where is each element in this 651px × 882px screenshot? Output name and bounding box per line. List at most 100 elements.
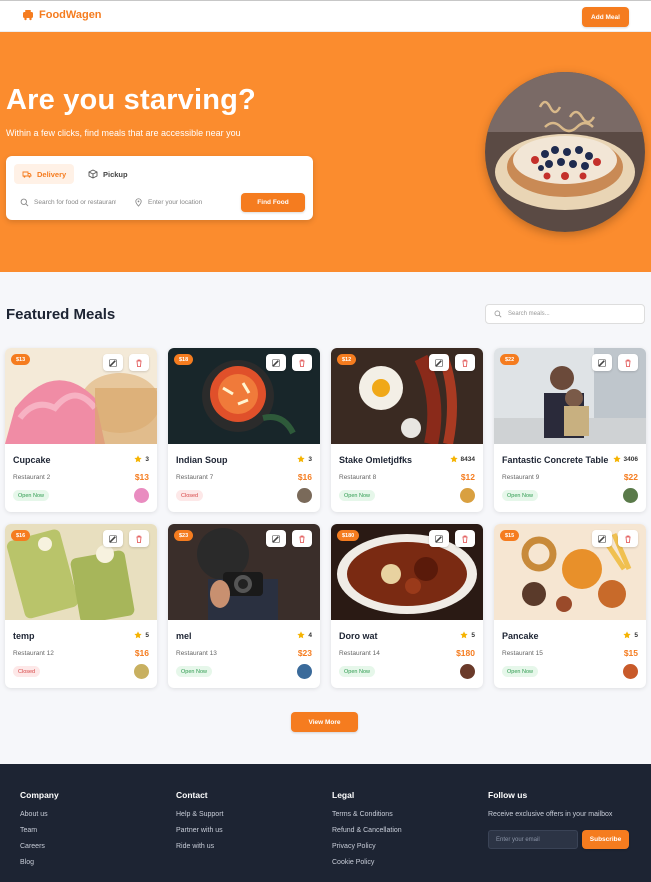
delete-meal-button[interactable] (618, 354, 638, 371)
rating-value: 3 (145, 455, 149, 463)
brand-logo[interactable]: FoodWagen (22, 9, 102, 21)
hero-subtitle: Within a few clicks, find meals that are… (6, 128, 241, 138)
meal-name: Stake Omletjdfks (339, 455, 413, 465)
rating-value: 8434 (460, 455, 475, 463)
footer-link-about[interactable]: About us (20, 811, 59, 827)
search-card: Delivery Pickup Search for food or resta… (6, 156, 313, 220)
footer-follow: Follow us Receive exclusive offers in yo… (488, 790, 638, 860)
edit-icon (598, 358, 606, 367)
view-more-button[interactable]: View More (291, 712, 358, 732)
delete-meal-button[interactable] (455, 354, 475, 371)
meal-rating: 3 (134, 455, 149, 463)
edit-icon (272, 534, 280, 543)
restaurant-avatar (134, 664, 149, 679)
footer-link-ride[interactable]: Ride with us (176, 843, 223, 859)
edit-meal-button[interactable] (266, 530, 286, 547)
delete-meal-button[interactable] (455, 530, 475, 547)
meal-search-input[interactable]: Search meals... (485, 304, 645, 324)
delete-meal-button[interactable] (292, 530, 312, 547)
footer-follow-title: Follow us (488, 790, 528, 800)
add-meal-button[interactable]: Add Meal (582, 7, 629, 27)
meal-price: $22 (623, 472, 638, 482)
site-footer: Company About us Team Careers Blog Conta… (0, 764, 651, 882)
footer-link-help[interactable]: Help & Support (176, 811, 223, 827)
hero-title: Are you starving? (6, 84, 256, 116)
meal-name: Pancake (502, 631, 539, 641)
tab-pickup[interactable]: Pickup (80, 164, 136, 184)
footer-link-careers[interactable]: Careers (20, 843, 59, 859)
meal-card[interactable]: $16 temp 5 Restaurant 12 $16 Closed (5, 524, 157, 688)
delete-meal-button[interactable] (129, 530, 149, 547)
price-badge: $18 (174, 354, 194, 365)
meal-rating: 5 (134, 631, 149, 639)
trash-icon (462, 535, 468, 543)
meal-price: $16 (134, 648, 149, 658)
delete-meal-button[interactable] (129, 354, 149, 371)
restaurant-avatar (623, 664, 638, 679)
edit-meal-button[interactable] (592, 530, 612, 547)
edit-icon (109, 534, 117, 543)
edit-meal-button[interactable] (103, 354, 123, 371)
meal-price: $23 (297, 648, 312, 658)
status-badge: Open Now (176, 666, 212, 677)
edit-icon (272, 358, 280, 367)
footer-link-privacy[interactable]: Privacy Policy (332, 843, 402, 859)
meal-card[interactable]: $180 Doro wat 5 Restaurant 14 $180 Open Now (331, 524, 483, 688)
edit-meal-button[interactable] (429, 354, 449, 371)
search-icon (20, 198, 29, 206)
footer-link-refund[interactable]: Refund & Cancellation (332, 827, 402, 843)
star-icon (612, 455, 621, 463)
footer-contact: Contact Help & Support Partner with us R… (176, 790, 223, 859)
delete-meal-button[interactable] (292, 354, 312, 371)
footer-link-terms[interactable]: Terms & Conditions (332, 811, 402, 827)
star-icon (460, 631, 468, 639)
subscribe-button[interactable]: Subscribe (582, 830, 629, 849)
tab-delivery[interactable]: Delivery (14, 164, 75, 184)
meal-rating: 3 (297, 455, 312, 463)
meal-search-placeholder: Search meals... (508, 311, 550, 317)
meal-rating: 5 (460, 631, 475, 639)
edit-icon (109, 358, 117, 367)
rating-value: 3 (308, 455, 312, 463)
price-badge: $180 (337, 530, 360, 541)
status-badge: Open Now (502, 490, 538, 501)
footer-follow-text: Receive exclusive offers in your mailbox (488, 811, 613, 818)
edit-meal-button[interactable] (103, 530, 123, 547)
restaurant-name: Restaurant 9 (502, 474, 540, 481)
star-icon (134, 631, 142, 639)
delete-meal-button[interactable] (618, 530, 638, 547)
restaurant-name: Restaurant 8 (339, 474, 377, 481)
meal-card[interactable]: $15 Pancake 5 Restaurant 15 $15 Open Now (494, 524, 646, 688)
rating-value: 5 (634, 631, 638, 639)
footer-contact-title: Contact (176, 790, 208, 800)
food-search-input[interactable]: Search for food or restaurants (20, 193, 128, 211)
edit-meal-button[interactable] (429, 530, 449, 547)
meal-card[interactable]: $13 Cupcake 3 Restaurant 2 $13 Open Now (5, 348, 157, 512)
location-input[interactable]: Enter your location (134, 193, 234, 211)
trash-icon (136, 359, 142, 367)
footer-link-partner[interactable]: Partner with us (176, 827, 223, 843)
meal-name: mel (176, 631, 192, 641)
meal-card[interactable]: $22 Fantastic Concrete Table 3406 Restauran… (494, 348, 646, 512)
meal-card[interactable]: $23 mel 4 Restaurant 13 $23 Open Now (168, 524, 320, 688)
footer-company: Company About us Team Careers Blog (20, 790, 59, 875)
find-food-button[interactable]: Find Food (241, 193, 305, 212)
meal-name: Fantastic Concrete Table (502, 455, 609, 465)
meal-card[interactable]: $18 Indian Soup 3 Restaurant 7 $16 Closed (168, 348, 320, 512)
meal-rating: 8434 (449, 455, 475, 463)
newsletter-email-input[interactable]: Enter your email (488, 830, 578, 849)
trash-icon (299, 359, 305, 367)
rating-value: 4 (308, 631, 312, 639)
price-badge: $16 (11, 530, 31, 541)
edit-meal-button[interactable] (592, 354, 612, 371)
edit-meal-button[interactable] (266, 354, 286, 371)
footer-link-blog[interactable]: Blog (20, 859, 59, 875)
meal-card[interactable]: $12 Stake Omletjdfks 8434 Restaurant 8 $12 Op… (331, 348, 483, 512)
restaurant-avatar (460, 488, 475, 503)
edit-icon (435, 358, 443, 367)
price-badge: $15 (500, 530, 520, 541)
footer-link-cookie[interactable]: Cookie Policy (332, 859, 402, 875)
trash-icon (625, 535, 631, 543)
star-icon (297, 455, 305, 463)
footer-link-team[interactable]: Team (20, 827, 59, 843)
